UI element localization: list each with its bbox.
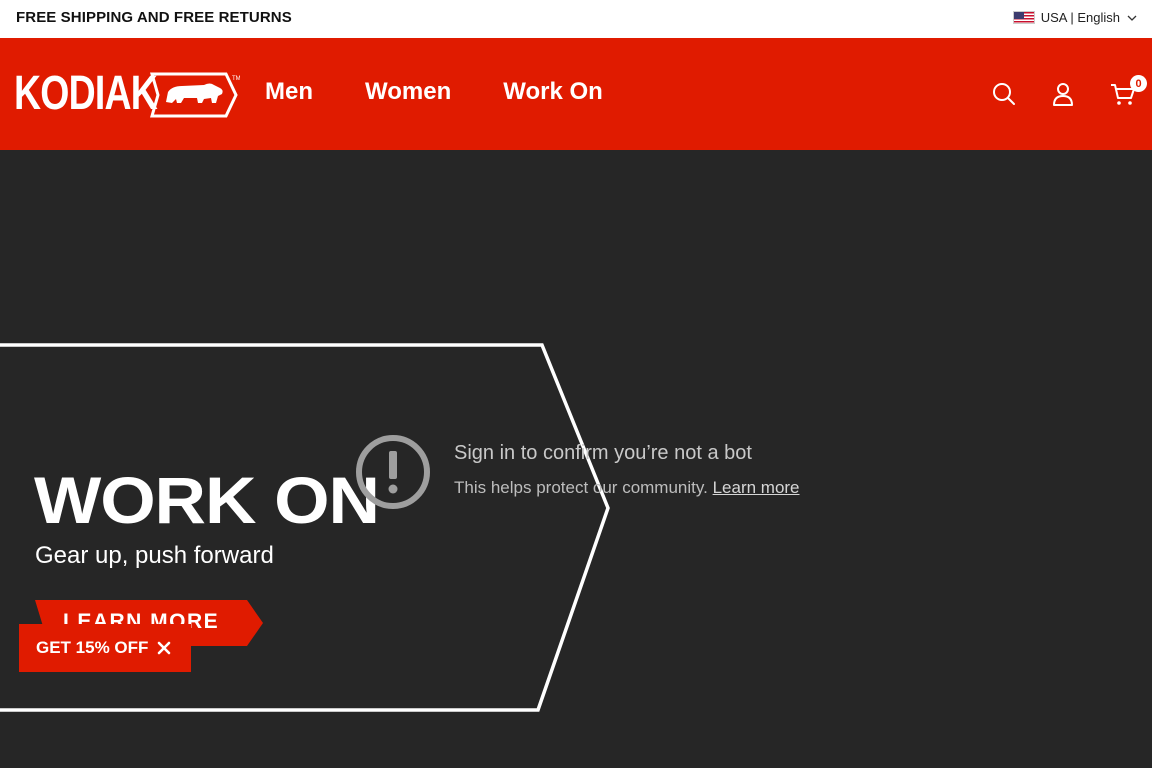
- discount-tab[interactable]: GET 15% OFF: [19, 624, 191, 672]
- svg-text:TM: TM: [232, 76, 240, 82]
- locale-label: USA | English: [1040, 10, 1120, 25]
- close-icon[interactable]: [157, 641, 171, 655]
- nav-work-on[interactable]: Work On: [503, 78, 603, 106]
- bear-icon: TM: [150, 72, 240, 118]
- account-icon[interactable]: [1050, 81, 1076, 107]
- chevron-down-icon: [1127, 15, 1137, 21]
- nav-women[interactable]: Women: [365, 78, 451, 106]
- alert-icon: [356, 435, 430, 509]
- shipping-announcement: FREE SHIPPING AND FREE RETURNS: [16, 9, 292, 26]
- discount-label: GET 15% OFF: [36, 638, 149, 657]
- locale-selector[interactable]: USA | English: [1012, 10, 1138, 25]
- nav-men[interactable]: Men: [265, 78, 313, 106]
- hero-subtitle: Gear up, push forward: [35, 542, 274, 569]
- bot-check-title: Sign in to confirm you’re not a bot: [454, 442, 752, 464]
- site-header: KODIAK TM Men Women Work On 0: [0, 38, 1152, 150]
- bot-check-message: This helps protect our community. Learn …: [454, 478, 800, 498]
- main-nav: Men Women Work On: [265, 78, 603, 106]
- hero-title: WORK ON: [34, 463, 380, 537]
- announcement-bar: FREE SHIPPING AND FREE RETURNS USA | Eng…: [0, 0, 1152, 38]
- bot-check-text: This helps protect our community.: [454, 478, 708, 497]
- learn-more-link[interactable]: Learn more: [713, 478, 800, 497]
- us-flag-icon: [1012, 11, 1035, 24]
- search-icon[interactable]: [991, 81, 1017, 107]
- logo-wordmark: KODIAK: [14, 67, 158, 120]
- kodiak-logo[interactable]: KODIAK TM: [14, 67, 240, 120]
- cart-count-badge: 0: [1130, 75, 1147, 92]
